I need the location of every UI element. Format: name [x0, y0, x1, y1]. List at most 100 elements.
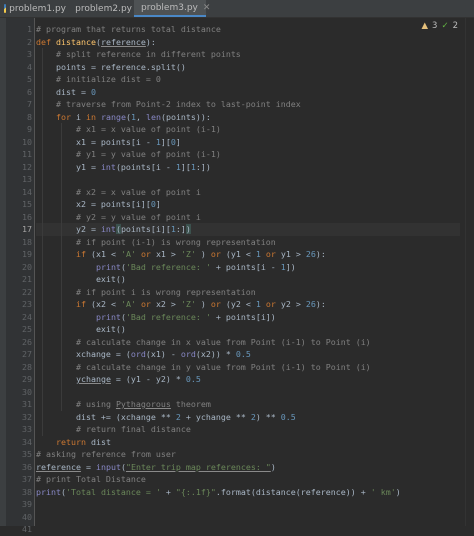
line-number: 33	[12, 423, 32, 436]
code-token: ):	[146, 37, 156, 47]
code-line[interactable]: # split reference in different points	[36, 48, 241, 61]
line-number: 10	[12, 136, 32, 149]
line-number: 31	[12, 398, 32, 411]
code-line[interactable]: xchange = (ord(x1) - ord(x2)) * 0.5	[36, 348, 251, 361]
line-number: 36	[12, 461, 32, 474]
code-token: 'Bad reference: '	[126, 312, 216, 322]
code-token: ychange	[76, 374, 111, 384]
code-token: if	[76, 299, 91, 309]
code-token: +	[166, 487, 176, 497]
line-number: 28	[12, 361, 32, 374]
code-token: (y1 <	[226, 249, 256, 259]
code-token: or	[141, 299, 156, 309]
code-line[interactable]: # return final distance	[36, 423, 191, 436]
code-token: "Enter trip map references: "	[126, 462, 271, 472]
code-line[interactable]: dist += (xchange ** 2 + ychange ** 2) **…	[36, 411, 296, 424]
code-token: # y2 = y value of point i	[76, 212, 201, 222]
code-line[interactable]: # using Pythagorous theorem	[36, 398, 211, 411]
code-token: x1 >	[156, 249, 181, 259]
code-line[interactable]: return dist	[36, 436, 111, 449]
line-number: 29	[12, 373, 32, 386]
line-number: 14	[12, 186, 32, 199]
code-line[interactable]: x1 = points[i - 1][0]	[36, 136, 181, 149]
line-number: 17	[12, 223, 32, 236]
code-token: x2 >	[156, 299, 181, 309]
code-line[interactable]: if (x2 < 'A' or x2 > 'Z' ) or (y2 < 1 or…	[36, 298, 326, 311]
code-line[interactable]: # initialize dist = 0	[36, 73, 161, 86]
tab-problem3-py[interactable]: problem3.py✕	[134, 0, 206, 17]
code-line[interactable]: # asking reference from user	[36, 448, 176, 461]
code-line[interactable]: # y1 = y value of point (i-1)	[36, 148, 221, 161]
line-number: 5	[12, 73, 32, 86]
code-line[interactable]: # calculate change in y value from Point…	[36, 361, 371, 374]
line-number: 21	[12, 273, 32, 286]
code-line[interactable]: dist = 0	[36, 86, 96, 99]
code-line[interactable]: def distance(reference):	[36, 36, 156, 49]
code-token: # split reference in different points	[56, 49, 241, 59]
line-number: 13	[12, 173, 32, 186]
code-token: print	[96, 262, 121, 272]
code-token: + ychange **	[186, 412, 251, 422]
code-line[interactable]: # if point (i-1) is wrong representation	[36, 236, 276, 249]
code-line[interactable]: print('Bad reference: ' + points[i - 1])	[36, 261, 296, 274]
editor-scrollbar[interactable]	[465, 18, 474, 526]
code-line[interactable]: # calculate change in x value from Point…	[36, 336, 371, 349]
code-token: # x1 = x value of point (i-1)	[76, 124, 221, 134]
tab-problem1-py[interactable]: problem1.py	[0, 0, 66, 17]
line-number: 25	[12, 323, 32, 336]
code-token: input	[96, 462, 121, 472]
code-line[interactable]: # program that returns total distance	[36, 23, 221, 36]
code-token: 0	[91, 87, 96, 97]
code-token: :])	[196, 162, 211, 172]
line-number: 11	[12, 148, 32, 161]
code-line[interactable]: # x1 = x value of point (i-1)	[36, 123, 221, 136]
line-number: 20	[12, 261, 32, 274]
code-token: 2	[176, 412, 186, 422]
code-token: points[i][	[121, 224, 171, 234]
code-token: Pythagorous	[116, 399, 171, 409]
code-token: )	[271, 462, 276, 472]
code-token: # print Total Distance	[36, 474, 146, 484]
code-token: x1 = points[i -	[36, 137, 156, 147]
code-token: )	[196, 249, 211, 259]
code-line[interactable]: reference = input("Enter trip map refere…	[36, 461, 276, 474]
code-line[interactable]: points = reference.split()	[36, 61, 186, 74]
code-token: print	[36, 487, 61, 497]
line-number-gutter: 1234567891011121314151617181920212223242…	[6, 18, 34, 526]
code-editor[interactable]: # program that returns total distance def…	[36, 18, 460, 526]
code-line[interactable]: # if point i is wrong representation	[36, 286, 256, 299]
code-token: "{:.1f}"	[176, 487, 216, 497]
code-token: (x2 <	[91, 299, 121, 309]
code-token: # program that returns total distance	[36, 24, 221, 34]
code-token: ])	[286, 262, 296, 272]
line-number: 30	[12, 386, 32, 399]
code-line[interactable]: y1 = int(points[i - 1][1:])	[36, 161, 211, 174]
warning-count: 3	[432, 21, 437, 31]
code-token: # if point i is wrong representation	[76, 287, 256, 297]
line-number: 22	[12, 286, 32, 299]
code-line[interactable]: exit()	[36, 273, 126, 286]
code-token: print	[96, 312, 121, 322]
code-line[interactable]: print('Bad reference: ' + points[i])	[36, 311, 276, 324]
code-line[interactable]: exit()	[36, 323, 126, 336]
code-line[interactable]: # print Total Distance	[36, 473, 146, 486]
line-number: 1	[12, 23, 32, 36]
code-token: 26	[306, 249, 316, 259]
gutter-divider	[34, 18, 35, 526]
close-tab-icon[interactable]: ✕	[203, 3, 211, 13]
code-token: or	[141, 249, 156, 259]
code-line[interactable]: print('Total distance = ' + "{:.1f}".for…	[36, 486, 401, 499]
line-number: 41	[12, 523, 32, 536]
code-line[interactable]: y2 = int(points[i][1:])	[36, 223, 191, 236]
tab-problem2-py[interactable]: problem2.py	[68, 0, 132, 17]
code-token	[36, 74, 56, 84]
code-line[interactable]: x2 = points[i][0]	[36, 198, 161, 211]
code-token: reference	[36, 462, 81, 472]
indent-guide	[42, 48, 43, 436]
inspection-widget[interactable]: ▲ 3 ✓ 2	[421, 21, 458, 31]
code-line[interactable]: for i in range(1, len(points)):	[36, 111, 211, 124]
code-line[interactable]: # traverse from Point-2 index to last-po…	[36, 98, 301, 111]
code-token: ,	[136, 112, 146, 122]
code-line[interactable]: if (x1 < 'A' or x1 > 'Z' ) or (y1 < 1 or…	[36, 248, 326, 261]
code-token: (x2)) *	[196, 349, 236, 359]
